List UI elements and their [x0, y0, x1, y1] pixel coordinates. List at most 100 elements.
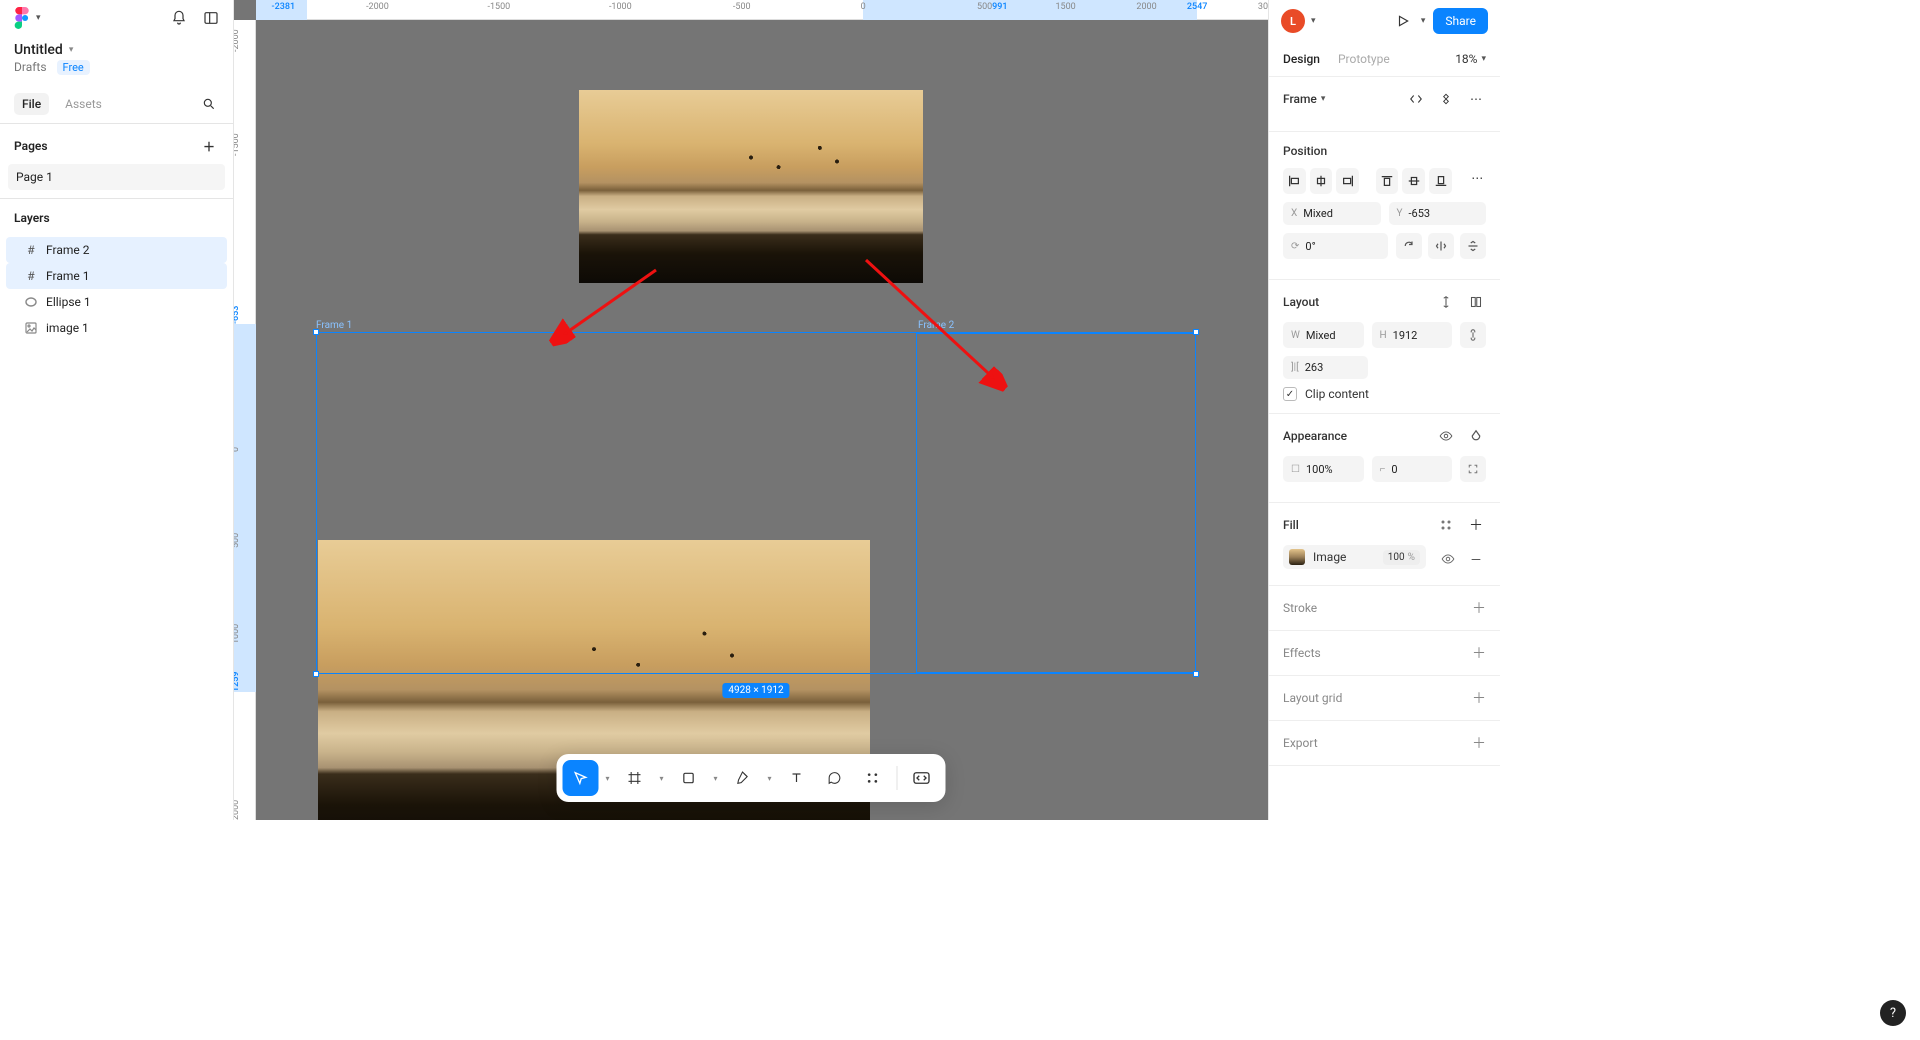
align-vcenter-icon[interactable] [1402, 168, 1425, 194]
appearance-title: Appearance [1283, 429, 1347, 443]
align-controls: ⋯ [1283, 168, 1486, 194]
pen-tool[interactable] [725, 760, 761, 796]
auto-layout-v-icon[interactable] [1436, 292, 1456, 312]
breadcrumb-drafts[interactable]: Drafts [14, 60, 47, 75]
export-section[interactable]: Export＋ [1269, 721, 1500, 766]
layer-frame-1[interactable]: #Frame 1 [6, 263, 227, 289]
fill-opacity-input[interactable]: 100% [1383, 550, 1420, 565]
corner-radius-input[interactable]: ⌐0 [1372, 456, 1453, 482]
height-input[interactable]: H1912 [1372, 322, 1453, 348]
align-bottom-icon[interactable] [1429, 168, 1452, 194]
vertical-ruler: -2000-1500-6530500100012592000 [234, 20, 256, 820]
help-button[interactable]: ? [1880, 1000, 1906, 1026]
appearance-section: Appearance ☐100% ⌐0 [1269, 414, 1500, 503]
styles-icon[interactable] [1436, 515, 1456, 535]
frame-tool[interactable] [617, 760, 653, 796]
add-page-icon[interactable]: ＋ [199, 136, 219, 156]
avatar[interactable]: L [1281, 9, 1305, 33]
dev-mode-toggle[interactable] [904, 760, 940, 796]
visibility-icon[interactable] [1436, 426, 1456, 446]
notifications-icon[interactable] [169, 8, 189, 28]
chevron-down-icon[interactable]: ▾ [709, 774, 723, 783]
layer-image-1[interactable]: image 1 [6, 315, 227, 341]
panel-toggle-icon[interactable] [201, 8, 221, 28]
layout-grid-section[interactable]: Layout grid＋ [1269, 676, 1500, 721]
chevron-down-icon[interactable]: ▾ [655, 774, 669, 783]
add-fill-icon[interactable]: ＋ [1466, 515, 1486, 535]
flip-h-icon[interactable] [1428, 233, 1454, 259]
pages-header: Pages ＋ [0, 124, 233, 164]
zoom-control[interactable]: 18%▾ [1455, 52, 1486, 66]
position-title: Position [1283, 144, 1327, 158]
text-tool[interactable] [779, 760, 815, 796]
tab-prototype[interactable]: Prototype [1338, 52, 1390, 66]
width-input[interactable]: WMixed [1283, 322, 1364, 348]
sidebar-top: ▾ [0, 0, 233, 36]
constrain-proportions-icon[interactable] [1460, 322, 1486, 348]
add-grid-icon[interactable]: ＋ [1472, 688, 1486, 708]
chevron-down-icon[interactable]: ▾ [1421, 16, 1426, 26]
flip-v-icon[interactable] [1460, 233, 1486, 259]
share-button[interactable]: Share [1433, 8, 1488, 34]
rotation-input[interactable]: ⟳0° [1283, 233, 1388, 259]
component-icon[interactable] [1436, 89, 1456, 109]
fill-item[interactable]: Image 100% [1283, 545, 1426, 569]
chevron-down-icon[interactable]: ▾ [36, 13, 41, 23]
tab-design[interactable]: Design [1283, 52, 1320, 66]
chevron-down-icon[interactable]: ▾ [1311, 16, 1316, 26]
frame-icon: # [24, 269, 38, 283]
actions-tool[interactable] [855, 760, 891, 796]
x-input[interactable]: XMixed [1283, 202, 1381, 225]
comment-tool[interactable] [817, 760, 853, 796]
flip-90-icon[interactable] [1396, 233, 1422, 259]
code-icon[interactable] [1406, 89, 1426, 109]
radius-icon: ⌐ [1380, 464, 1386, 475]
canvas-viewport[interactable]: Frame 1 Frame 2 4928 × 1912 [256, 20, 1268, 820]
chevron-down-icon[interactable]: ▾ [763, 774, 777, 783]
align-left-icon[interactable] [1283, 168, 1306, 194]
fill-swatch[interactable] [1289, 549, 1305, 565]
independent-corners-icon[interactable] [1460, 456, 1486, 482]
effects-section[interactable]: Effects＋ [1269, 631, 1500, 676]
layer-frame-2[interactable]: #Frame 2 [6, 237, 227, 263]
remove-fill-icon[interactable]: － [1466, 549, 1486, 569]
auto-layout-add-icon[interactable] [1466, 292, 1486, 312]
more-icon[interactable]: ⋯ [1466, 89, 1486, 109]
add-stroke-icon[interactable]: ＋ [1472, 598, 1486, 618]
layers-list: #Frame 2 #Frame 1 Ellipse 1 image 1 [0, 233, 233, 345]
align-hcenter-icon[interactable] [1310, 168, 1333, 194]
visibility-icon[interactable] [1438, 549, 1458, 569]
bottom-toolbar: ▾ ▾ ▾ ▾ [557, 754, 946, 802]
image-icon [24, 321, 38, 335]
add-effect-icon[interactable]: ＋ [1472, 643, 1486, 663]
tab-file[interactable]: File [14, 93, 49, 115]
align-right-icon[interactable] [1336, 168, 1359, 194]
plan-badge[interactable]: Free [57, 60, 90, 75]
add-export-icon[interactable]: ＋ [1472, 733, 1486, 753]
chevron-down-icon[interactable]: ▾ [601, 774, 615, 783]
blend-mode-icon[interactable] [1466, 426, 1486, 446]
chevron-down-icon: ▾ [1321, 94, 1326, 104]
stroke-section[interactable]: Stroke＋ [1269, 586, 1500, 631]
checkbox-checked-icon: ✓ [1283, 387, 1297, 401]
frame-title[interactable]: Frame▾ [1283, 92, 1325, 106]
shape-tool[interactable] [671, 760, 707, 796]
tab-assets[interactable]: Assets [65, 93, 102, 115]
page-item[interactable]: Page 1 [8, 164, 225, 190]
search-icon[interactable] [199, 94, 219, 114]
gap-input[interactable]: ]|[263 [1283, 356, 1368, 379]
clip-content-checkbox[interactable]: ✓ Clip content [1283, 387, 1486, 401]
align-top-icon[interactable] [1376, 168, 1399, 194]
right-sidebar: L ▾ ▾ Share Design Prototype 18%▾ Frame▾… [1268, 0, 1500, 820]
file-title[interactable]: Untitled▾ [0, 36, 233, 58]
move-tool[interactable] [563, 760, 599, 796]
frame-icon: # [24, 243, 38, 257]
present-icon[interactable] [1393, 11, 1413, 31]
y-input[interactable]: Y-653 [1389, 202, 1487, 225]
opacity-input[interactable]: ☐100% [1283, 456, 1364, 482]
fill-title: Fill [1283, 518, 1299, 532]
more-icon[interactable]: ⋯ [1469, 168, 1486, 188]
figma-logo-icon[interactable] [12, 8, 32, 28]
canvas[interactable]: -2381-2000-1500-1000-5000500991150020002… [234, 0, 1268, 820]
layer-ellipse-1[interactable]: Ellipse 1 [6, 289, 227, 315]
